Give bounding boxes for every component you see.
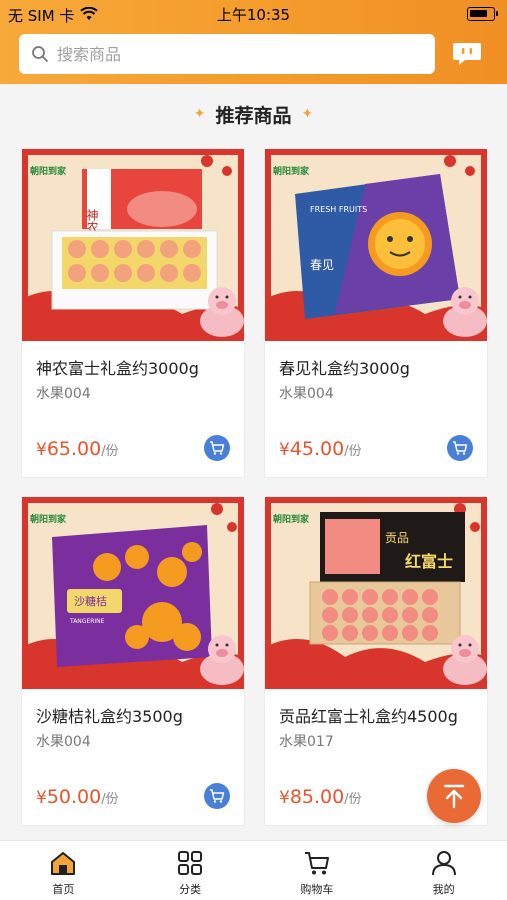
search-input[interactable] <box>57 44 417 64</box>
message-icon[interactable] <box>452 41 482 67</box>
tab-label: 分类 <box>179 883 202 896</box>
user-icon <box>431 851 456 876</box>
brand-badge: 朝阳到家 <box>273 165 310 177</box>
product-sku: 水果017 <box>279 734 334 750</box>
product-name[interactable]: 神农富士礼盒约3000g <box>36 355 199 379</box>
price-unit: /份 <box>101 792 119 807</box>
price-unit: /份 <box>344 444 362 459</box>
cart-icon <box>210 441 225 455</box>
section-title-text: 推荐商品 <box>215 104 292 127</box>
product-sku: 水果004 <box>279 386 334 402</box>
price-currency: ¥ <box>279 788 290 808</box>
add-to-cart-button[interactable] <box>204 783 230 809</box>
price-value: 65.00 <box>46 438 102 460</box>
tab-category[interactable]: 分类 <box>127 841 254 900</box>
product-sku: 水果004 <box>36 386 91 402</box>
sparkle-icon: ✦ <box>193 106 206 122</box>
add-to-cart-button[interactable] <box>447 435 473 461</box>
add-to-cart-button[interactable] <box>204 435 230 461</box>
product-name[interactable]: 沙糖桔礼盒约3500g <box>36 703 183 727</box>
product-price: ¥85.00/份 <box>279 786 362 808</box>
price-unit: /份 <box>344 792 362 807</box>
cart-icon <box>210 789 225 803</box>
sparkle-icon: ✦ <box>301 106 314 122</box>
section-title: ✦ 推荐商品 ✦ <box>0 100 507 128</box>
tab-profile[interactable]: 我的 <box>380 841 507 900</box>
svg-text:红富士: 红富士 <box>405 552 453 571</box>
brand-badge: 朝阳到家 <box>30 513 67 525</box>
cart-icon <box>453 441 468 455</box>
product-image[interactable]: 朝阳到家 沙糖桔 TANGERINE <box>22 497 244 689</box>
arrow-up-icon <box>443 784 465 809</box>
product-sku: 水果004 <box>36 734 91 750</box>
product-card[interactable]: 朝阳到家 沙糖桔 TANGERINE 沙糖桔礼盒约3500g 水果004 ¥50… <box>21 496 245 826</box>
battery-icon <box>467 7 498 21</box>
product-name[interactable]: 贡品红富士礼盒约4500g <box>279 703 458 727</box>
product-image[interactable]: 朝阳到家 贡品 红富士 <box>265 497 487 689</box>
price-value: 50.00 <box>46 786 102 808</box>
price-value: 45.00 <box>289 438 345 460</box>
cart-icon <box>304 852 329 875</box>
clock: 上午10:35 <box>216 6 291 24</box>
svg-text:沙糖桔: 沙糖桔 <box>74 594 107 608</box>
product-image[interactable]: 朝阳到家 FRESH FRUITS 春见 <box>265 149 487 341</box>
svg-text:FRESH FRUITS: FRESH FRUITS <box>310 205 367 214</box>
tab-cart[interactable]: 购物车 <box>254 841 381 900</box>
product-image[interactable]: 朝阳到家 神农富士 <box>22 149 244 341</box>
product-name[interactable]: 春见礼盒约3000g <box>279 355 410 379</box>
product-price: ¥45.00/份 <box>279 438 362 460</box>
price-currency: ¥ <box>279 440 290 460</box>
tab-label: 购物车 <box>300 883 334 896</box>
battery-level <box>470 10 487 17</box>
search-box[interactable] <box>19 34 435 74</box>
product-price: ¥50.00/份 <box>36 786 119 808</box>
bottom-tab-bar: 首页 分类 购物车 我的 <box>0 840 507 900</box>
price-currency: ¥ <box>36 788 47 808</box>
brand-badge: 朝阳到家 <box>273 513 310 525</box>
tab-label: 我的 <box>432 883 455 896</box>
search-icon <box>32 46 48 62</box>
status-bar: 无 SIM 卡 上午10:35 <box>0 0 507 28</box>
category-icon <box>178 851 203 875</box>
scroll-to-top-button[interactable] <box>427 769 481 823</box>
product-card[interactable]: 朝阳到家 FRESH FRUITS 春见 春见礼盒约3000g 水果004 ¥4… <box>264 148 488 478</box>
svg-text:贡品: 贡品 <box>385 531 409 545</box>
price-value: 85.00 <box>289 786 345 808</box>
svg-text:春见: 春见 <box>310 258 334 272</box>
home-icon <box>51 852 76 875</box>
price-currency: ¥ <box>36 440 47 460</box>
product-card[interactable]: 朝阳到家 神农富士 神农富士礼盒约3000g 水果004 ¥65.00/份 <box>21 148 245 478</box>
product-price: ¥65.00/份 <box>36 438 119 460</box>
tab-home[interactable]: 首页 <box>0 841 127 900</box>
header: 无 SIM 卡 上午10:35 <box>0 0 507 84</box>
svg-text:TANGERINE: TANGERINE <box>69 618 105 625</box>
tab-label: 首页 <box>52 883 75 896</box>
brand-badge: 朝阳到家 <box>30 165 67 177</box>
price-unit: /份 <box>101 444 119 459</box>
